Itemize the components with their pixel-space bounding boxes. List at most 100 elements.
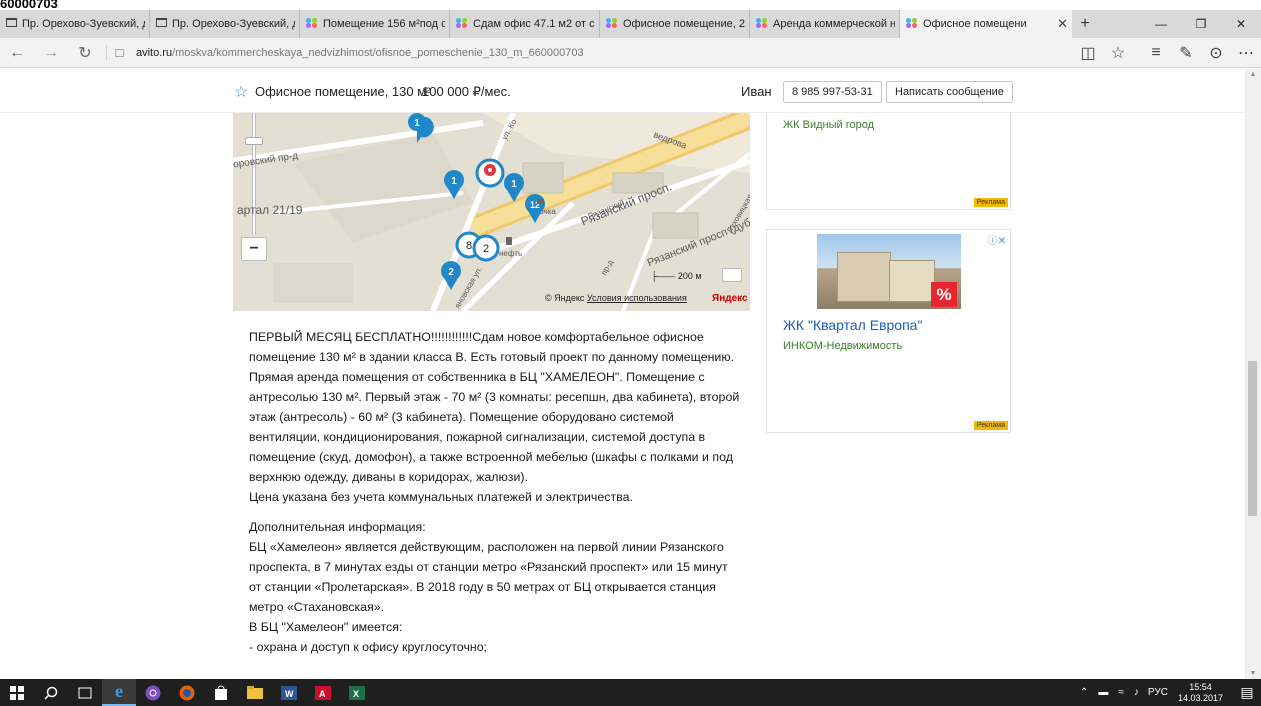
map-scale: ├—— 200 м xyxy=(651,271,702,281)
tab-title: Пр. Орехово-Зуевский, д xyxy=(172,18,295,30)
system-tray: ⌃ ▬ ≈ ♪ РУС 15:54 14.03.2017 ▤ xyxy=(1075,679,1261,706)
listing-title: Офисное помещение, 130 м² xyxy=(255,84,431,99)
back-arrow-icon[interactable]: ← xyxy=(0,38,34,68)
tab[interactable]: Офисное помещени ✕ xyxy=(900,10,1072,38)
svg-text:A: A xyxy=(319,689,326,699)
wifi-icon[interactable]: ≈ xyxy=(1118,687,1124,698)
favorite-star-icon[interactable]: ☆ xyxy=(1103,38,1133,68)
search-icon[interactable] xyxy=(34,679,68,706)
tab[interactable]: Сдам офис 47.1 м2 от со xyxy=(450,10,600,38)
ruler-icon[interactable] xyxy=(722,268,742,282)
action-center-icon[interactable]: ▤ xyxy=(1233,684,1261,701)
close-tab-icon[interactable]: ✕ xyxy=(1057,16,1068,32)
ad-block[interactable]: ЖК Видный город Реклама xyxy=(766,113,1011,210)
map-marker-12[interactable]: 12 xyxy=(525,194,545,223)
description-paragraph: В БЦ "Хамелеон" имеется: xyxy=(249,620,403,634)
tab[interactable]: Пр. Орехово-Зуевский, д xyxy=(0,10,150,38)
write-message-button[interactable]: Написать сообщение xyxy=(886,81,1013,103)
more-icon[interactable]: ⋯ xyxy=(1231,38,1261,68)
language-indicator[interactable]: РУС xyxy=(1148,687,1168,698)
forward-arrow-icon[interactable]: → xyxy=(34,38,68,68)
phone-button[interactable]: 8 985 997-53-31 xyxy=(783,81,882,103)
description-paragraph: Прямая аренда помещения от собственника … xyxy=(249,370,740,484)
volume-icon[interactable]: ♪ xyxy=(1134,687,1139,698)
svg-text:W: W xyxy=(285,689,294,699)
ad-title[interactable]: ЖК "Квартал Европа" xyxy=(783,317,922,333)
lock-icon: □ xyxy=(106,45,128,60)
scrollbar-thumb[interactable] xyxy=(1248,361,1257,516)
map-terms-link[interactable]: Условия использования xyxy=(587,293,687,303)
svg-text:1: 1 xyxy=(414,118,420,129)
stray-text: 60000703 xyxy=(0,0,58,11)
battery-icon[interactable]: ▬ xyxy=(1098,687,1108,698)
taskbar: e W A X ⌃ ▬ ≈ ♪ РУС 15:54 14.03.2017 ▤ xyxy=(0,679,1261,706)
new-tab-button[interactable]: + xyxy=(1072,15,1098,33)
share-icon[interactable]: ⊙ xyxy=(1201,38,1231,68)
ad-close-icon[interactable]: ⓘ✕ xyxy=(988,232,1006,247)
excel-icon[interactable]: X xyxy=(340,679,374,706)
avito-icon xyxy=(906,17,918,31)
sticky-header: ☆ Офисное помещение, 130 м² 100 000 ₽/ме… xyxy=(0,69,1245,113)
description-paragraph: ПЕРВЫЙ МЕСЯЦ БЕСПЛАТНО!!!!!!!!!!!!Сдам н… xyxy=(249,330,735,364)
description-paragraph: БЦ «Хамелеон» является действующим, расп… xyxy=(249,540,728,614)
ad-subtitle[interactable]: ИНКОМ-Недвижимость xyxy=(783,340,902,352)
map-marker-2[interactable]: 1 xyxy=(444,170,464,199)
edge-icon[interactable]: e xyxy=(102,679,136,706)
map-copyright: © Яндекс Условия использования xyxy=(545,293,687,303)
address-bar: ← → ↻ □ avito.ru/moskva/kommercheskaya_n… xyxy=(0,38,1261,68)
hub-icon[interactable]: ≡ xyxy=(1141,38,1171,68)
close-window-button[interactable]: ✕ xyxy=(1221,10,1261,38)
firefox-icon[interactable] xyxy=(170,679,204,706)
window-icon xyxy=(156,18,167,30)
page-viewport: ☆ Офисное помещение, 130 м² 100 000 ₽/ме… xyxy=(0,69,1245,679)
map[interactable]: − оровский пр-д артал 21/19 Точка Рязанс… xyxy=(233,113,750,311)
map-marker-3[interactable]: 1 xyxy=(504,173,524,202)
listing-description: ПЕРВЫЙ МЕСЯЦ БЕСПЛАТНО!!!!!!!!!!!!Сдам н… xyxy=(249,327,741,657)
window-controls: — ❐ ✕ xyxy=(1141,10,1261,38)
tab-title: Офисное помещение, 2З xyxy=(623,18,745,30)
windows-start-icon[interactable] xyxy=(0,679,34,706)
ad-block[interactable]: % ⓘ✕ ЖК "Квартал Европа" ИНКОМ-Недвижимо… xyxy=(766,229,1011,433)
refresh-icon[interactable]: ↻ xyxy=(68,38,102,68)
scroll-down-arrow[interactable]: ▼ xyxy=(1245,670,1261,677)
svg-text:X: X xyxy=(353,689,359,699)
avito-icon xyxy=(756,17,768,31)
favorite-star-icon[interactable]: ☆ xyxy=(234,82,248,102)
reading-view-icon[interactable]: ◫ xyxy=(1073,38,1103,68)
ad-label: Реклама xyxy=(973,198,1008,207)
acrobat-icon[interactable]: A xyxy=(306,679,340,706)
tab[interactable]: Офисное помещение, 2З xyxy=(600,10,750,38)
map-marker-2b[interactable]: 2 xyxy=(472,234,500,262)
minimize-button[interactable]: — xyxy=(1141,10,1181,38)
viber-icon[interactable] xyxy=(136,679,170,706)
store-icon[interactable] xyxy=(204,679,238,706)
extra-info-heading: Дополнительная информация: xyxy=(249,520,426,534)
avito-icon xyxy=(606,17,618,31)
clock-time: 15:54 xyxy=(1189,681,1212,692)
tab-bar: Пр. Орехово-Зуевский, д Пр. Орехово-Зуевс… xyxy=(0,10,1261,38)
url-field[interactable]: avito.ru/moskva/kommercheskaya_nedvizhim… xyxy=(136,47,1073,59)
svg-text:2: 2 xyxy=(448,267,454,278)
word-icon[interactable]: W xyxy=(272,679,306,706)
task-view-icon[interactable] xyxy=(68,679,102,706)
file-explorer-icon[interactable] xyxy=(238,679,272,706)
clock[interactable]: 15:54 14.03.2017 xyxy=(1178,682,1223,704)
map-marker-2c[interactable]: 2 xyxy=(441,261,461,290)
page-scrollbar[interactable]: ▲ ▼ xyxy=(1245,69,1261,679)
url-domain: avito.ru xyxy=(136,46,173,59)
web-note-icon[interactable]: ✎ xyxy=(1171,38,1201,68)
scroll-up-arrow[interactable]: ▲ xyxy=(1245,71,1261,78)
tab[interactable]: Пр. Орехово-Зуевский, д xyxy=(150,10,300,38)
discount-badge: % xyxy=(931,282,957,307)
avito-icon xyxy=(456,17,468,31)
ad-title[interactable]: ЖК Видный город xyxy=(783,119,874,131)
tab[interactable]: Помещение 156 м²под с xyxy=(300,10,450,38)
maximize-button[interactable]: ❐ xyxy=(1181,10,1221,38)
seller-name: Иван xyxy=(741,84,772,99)
tab[interactable]: Аренда коммерческой н xyxy=(750,10,900,38)
yandex-logo: Яндекс xyxy=(712,293,748,304)
selected-location-marker[interactable] xyxy=(475,158,505,188)
tray-chevron-icon[interactable]: ⌃ xyxy=(1080,687,1088,698)
map-marker-1[interactable]: 1 xyxy=(408,113,434,143)
ad-image[interactable]: % xyxy=(817,234,961,309)
